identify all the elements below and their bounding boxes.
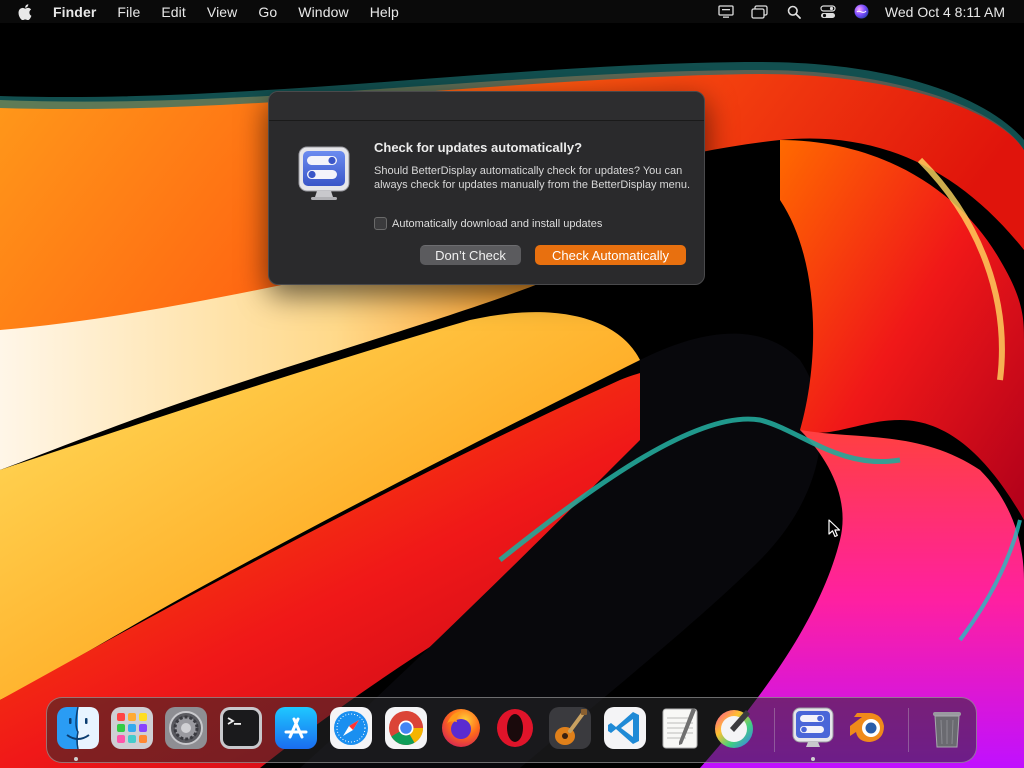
- finder-icon[interactable]: [56, 706, 100, 750]
- system-settings-icon[interactable]: [164, 706, 208, 750]
- stage-manager-icon[interactable]: [751, 4, 769, 20]
- app-store-icon[interactable]: [274, 706, 318, 750]
- launchpad-icon[interactable]: [110, 706, 154, 750]
- dock-separator: [908, 708, 909, 752]
- blender-icon[interactable]: [846, 706, 890, 750]
- menu-edit[interactable]: Edit: [161, 4, 186, 20]
- dialog-titlebar[interactable]: [269, 92, 704, 121]
- vscode-icon[interactable]: [603, 706, 647, 750]
- siri-icon[interactable]: [853, 4, 871, 20]
- display-icon[interactable]: [717, 4, 735, 20]
- betterdisplay-icon[interactable]: [791, 706, 835, 750]
- control-center-icon[interactable]: [819, 4, 837, 20]
- dock-separator: [774, 708, 775, 752]
- menu-file[interactable]: File: [117, 4, 140, 20]
- menu-help[interactable]: Help: [370, 4, 399, 20]
- opera-icon[interactable]: [493, 706, 537, 750]
- garageband-icon[interactable]: [548, 706, 592, 750]
- dialog-message: Should BetterDisplay automatically check…: [374, 165, 691, 191]
- check-automatically-button[interactable]: Check Automatically: [535, 245, 686, 265]
- status-area: Wed Oct 4 8:11 AM: [701, 0, 1005, 23]
- firefox-icon[interactable]: [439, 706, 483, 750]
- safari-icon[interactable]: [329, 706, 373, 750]
- mouse-cursor-icon: [828, 519, 841, 538]
- pixelmator-icon[interactable]: [712, 706, 756, 750]
- dont-check-button[interactable]: Don’t Check: [420, 245, 521, 265]
- apple-icon[interactable]: [18, 3, 34, 20]
- search-icon[interactable]: [785, 4, 803, 20]
- auto-install-checkbox-row[interactable]: Automatically download and install updat…: [374, 217, 602, 230]
- auto-install-checkbox[interactable]: [374, 217, 387, 230]
- chrome-icon[interactable]: [384, 706, 428, 750]
- betterdisplay-app-icon: [297, 145, 351, 203]
- dialog-heading: Check for updates automatically?: [374, 140, 583, 155]
- auto-install-checkbox-label[interactable]: Automatically download and install updat…: [392, 218, 602, 230]
- running-indicator-betterdisplay: [811, 757, 815, 761]
- textedit-icon[interactable]: [658, 706, 702, 750]
- menu-bar: Finder File Edit View Go Window Help Wed…: [0, 0, 1024, 23]
- menu-bar-clock[interactable]: Wed Oct 4 8:11 AM: [885, 4, 1005, 20]
- update-dialog: Check for updates automatically? Should …: [268, 91, 705, 285]
- running-indicator-finder: [74, 757, 78, 761]
- trash-icon[interactable]: [925, 706, 969, 750]
- dock: [46, 697, 977, 763]
- menu-window[interactable]: Window: [298, 4, 348, 20]
- menu-view[interactable]: View: [207, 4, 238, 20]
- menu-go[interactable]: Go: [258, 4, 277, 20]
- terminal-icon[interactable]: [219, 706, 263, 750]
- menu-app-finder[interactable]: Finder: [53, 4, 96, 20]
